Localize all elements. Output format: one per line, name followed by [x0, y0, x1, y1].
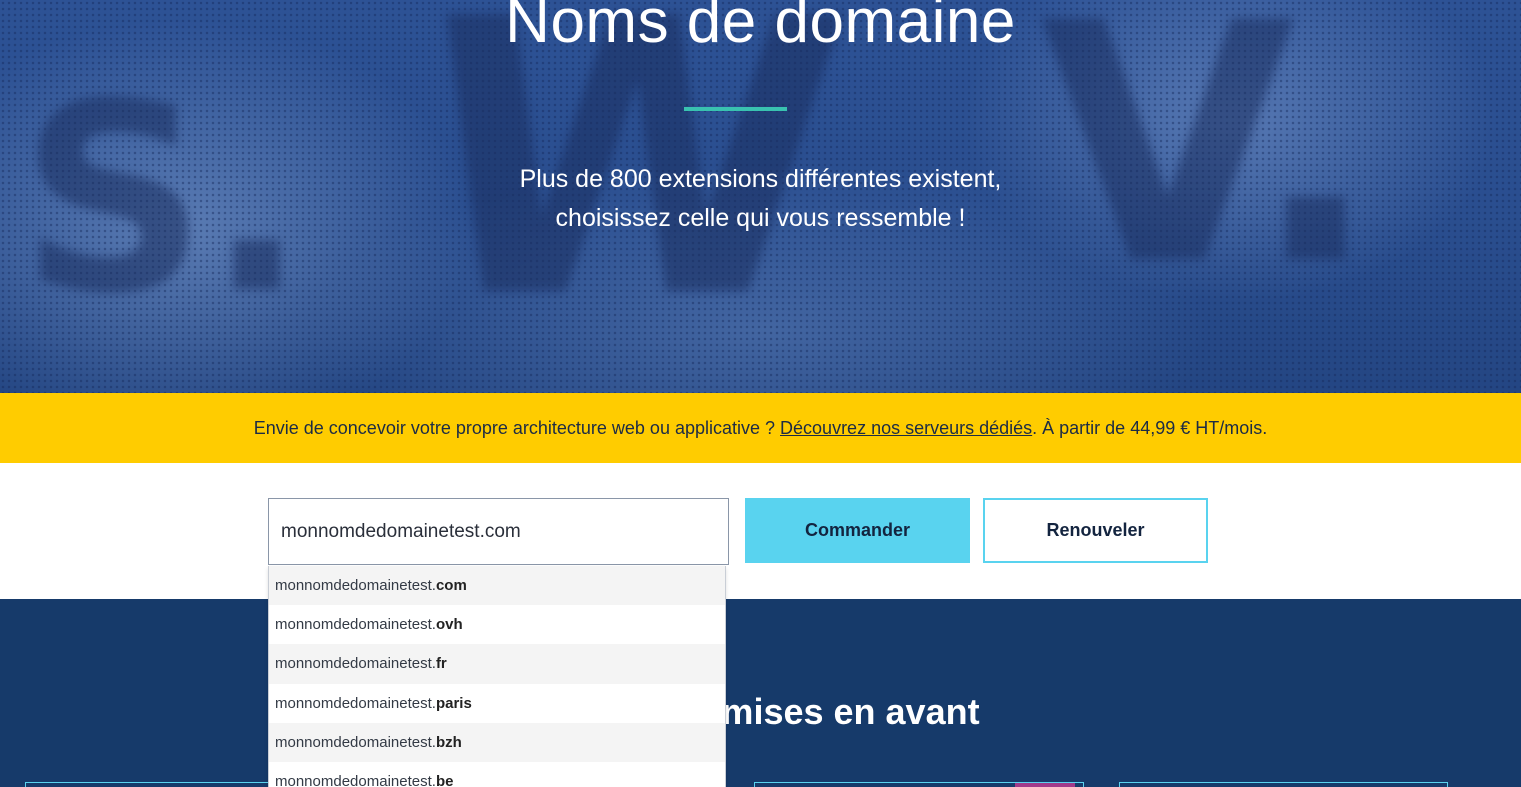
- page-title: Noms de domaine: [505, 0, 1016, 56]
- promo-text-before: Envie de concevoir votre propre architec…: [253, 417, 781, 438]
- domain-suggestions-dropdown: monnomdedomainetest. com monnomdedomainet…: [268, 566, 726, 787]
- featured-card[interactable]: [754, 782, 1084, 787]
- suggestion-item[interactable]: monnomdedomainetest. paris: [269, 684, 725, 723]
- suggestion-extension: be: [435, 773, 454, 787]
- suggestion-item[interactable]: monnomdedomainetest. ovh: [269, 605, 725, 644]
- renew-button[interactable]: Renouveler: [983, 498, 1208, 563]
- hero-section: S. W V. Noms de domaine Plus de 800 exte…: [0, 0, 1521, 393]
- suggestion-item[interactable]: monnomdedomainetest. bzh: [269, 722, 725, 762]
- hero-subtitle-line1: Plus de 800 extensions différentes exist…: [519, 165, 1002, 193]
- dedicated-servers-link[interactable]: Découvrez nos serveurs dédiés: [780, 418, 1032, 439]
- featured-extensions-section: s mises en avant: [0, 599, 1521, 787]
- suggestion-extension: paris: [435, 694, 472, 712]
- promo-text-after: . À partir de 44,99 € HT/mois.: [1032, 417, 1268, 438]
- suggestion-extension: com: [435, 577, 467, 595]
- suggestion-base: monnomdedomainetest.: [275, 694, 436, 712]
- suggestion-extension: fr: [435, 655, 447, 673]
- hero-subtitle: Plus de 800 extensions différentes exist…: [0, 160, 1521, 238]
- suggestion-item[interactable]: monnomdedomainetest. fr: [269, 644, 725, 684]
- suggestion-base: monnomdedomainetest.: [275, 655, 436, 673]
- hero-subtitle-line2: choisissez celle qui vous ressemble !: [555, 204, 966, 232]
- suggestion-extension: bzh: [435, 733, 462, 751]
- featured-section-title: s mises en avant: [691, 691, 980, 732]
- order-button[interactable]: Commander: [745, 498, 970, 563]
- suggestion-base: monnomdedomainetest.: [275, 733, 436, 751]
- promo-banner: Envie de concevoir votre propre architec…: [0, 393, 1521, 463]
- suggestion-base: monnomdedomainetest.: [275, 577, 436, 595]
- suggestion-item[interactable]: monnomdedomainetest. com: [269, 566, 725, 606]
- featured-card[interactable]: [1119, 782, 1448, 787]
- suggestion-item[interactable]: monnomdedomainetest. be: [269, 762, 725, 787]
- suggestion-base: monnomdedomainetest.: [275, 773, 436, 787]
- suggestion-extension: ovh: [435, 616, 463, 634]
- title-underline: [684, 107, 787, 111]
- featured-card[interactable]: [25, 782, 280, 787]
- suggestion-base: monnomdedomainetest.: [275, 616, 436, 634]
- domain-search-input[interactable]: [268, 498, 729, 565]
- card-promo-tag: [1015, 783, 1075, 787]
